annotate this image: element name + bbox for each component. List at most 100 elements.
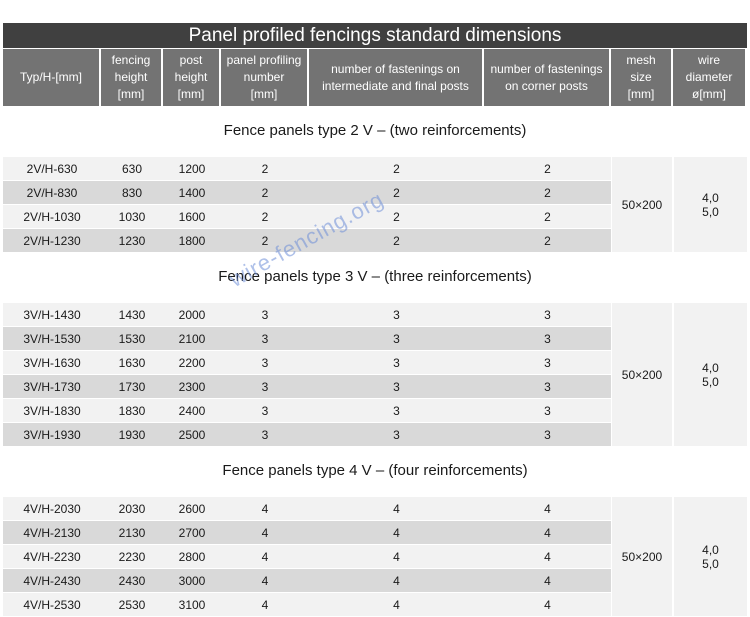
cell-profiling-number: 4: [261, 549, 269, 564]
table-title-bar: Panel profiled fencings standard dimensi…: [3, 23, 747, 48]
cell-profiling-number: 3: [261, 307, 269, 322]
cell-type: 2V/H-830: [26, 185, 78, 200]
cell-profiling-number: 4: [261, 573, 269, 588]
cell-type: 4V/H-2230: [23, 549, 81, 564]
cell-post-height: 2700: [178, 525, 206, 540]
cell-fastenings-corner: 3: [544, 379, 551, 394]
header-mesh-size: mesh size [mm]: [611, 49, 671, 106]
cell-post-height: 2000: [178, 307, 206, 322]
cell-type: 3V/H-1730: [23, 379, 81, 394]
cell-fencing-height: 1830: [118, 403, 146, 418]
header-fastenings-corner-label: number of fastenings on corner posts: [490, 61, 603, 93]
cell-profiling-number: 2: [261, 161, 269, 176]
cell-post-height: 1800: [178, 233, 206, 248]
cell-fastenings-corner: 2: [544, 161, 551, 176]
cell-fencing-height: 1230: [118, 233, 146, 248]
cell-post-height: 2800: [178, 549, 206, 564]
cell-post-height: 2400: [178, 403, 206, 418]
cell-profiling-number: 4: [261, 525, 269, 540]
section-title: Fence panels type 4 V – (four reinforcem…: [222, 462, 528, 479]
cell-fastenings-corner: 3: [544, 307, 551, 322]
cell-fencing-height: 1030: [118, 209, 146, 224]
mesh-size-cell: 50×200: [612, 303, 672, 446]
header-fencing-height: fencing height [mm]: [101, 49, 161, 106]
cell-fencing-height: 1630: [118, 355, 146, 370]
header-mesh-size-label: mesh size [mm]: [626, 53, 656, 101]
header-profiling-number: panel profiling number [mm]: [221, 49, 307, 106]
cell-type: 2V/H-1230: [23, 233, 81, 248]
cell-fastenings-intermediate: 4: [393, 501, 400, 516]
cell-fencing-height: 2030: [118, 501, 146, 516]
cell-fencing-height: 1730: [118, 379, 146, 394]
wire-diameter-cell: 4,0 5,0: [674, 497, 747, 616]
cell-fencing-height: 830: [121, 185, 143, 200]
cell-post-height: 1400: [178, 185, 206, 200]
cell-fastenings-intermediate: 4: [393, 549, 400, 564]
cell-fastenings-intermediate: 3: [393, 355, 400, 370]
cell-fastenings-intermediate: 3: [393, 307, 400, 322]
header-wire-diameter-label: wire diameter ø[mm]: [685, 53, 733, 101]
cell-fencing-height: 2530: [118, 597, 146, 612]
cell-fastenings-corner: 4: [544, 573, 551, 588]
cell-fencing-height: 2130: [118, 525, 146, 540]
cell-fencing-height: 2430: [118, 573, 146, 588]
cell-post-height: 2100: [178, 331, 206, 346]
cell-type: 3V/H-1630: [23, 355, 81, 370]
cell-post-height: 2300: [178, 379, 206, 394]
header-wire-diameter: wire diameter ø[mm]: [673, 49, 745, 106]
cell-fastenings-corner: 3: [544, 427, 551, 442]
cell-profiling-number: 3: [261, 355, 269, 370]
cell-post-height: 1600: [178, 209, 206, 224]
section-title: Fence panels type 3 V – (three reinforce…: [218, 268, 532, 285]
header-fastenings-corner: number of fastenings on corner posts: [484, 49, 609, 106]
cell-type: 3V/H-1830: [23, 403, 81, 418]
header-fastenings-intermediate-label: number of fastenings on intermediate and…: [322, 61, 469, 93]
cell-fastenings-corner: 2: [544, 209, 551, 224]
cell-fastenings-intermediate: 4: [393, 597, 400, 612]
header-post-height-label: post height [mm]: [174, 53, 208, 101]
header-post-height: post height [mm]: [163, 49, 219, 106]
cell-fencing-height: 1930: [118, 427, 146, 442]
cell-post-height: 1200: [178, 161, 206, 176]
cell-fastenings-corner: 2: [544, 233, 551, 248]
cell-type: 4V/H-2030: [23, 501, 81, 516]
cell-type: 4V/H-2530: [23, 597, 81, 612]
section-title: Fence panels type 2 V – (two reinforceme…: [223, 122, 527, 139]
wire-diameter-cell: 4,0 5,0: [674, 157, 747, 252]
cell-profiling-number: 2: [261, 209, 269, 224]
cell-profiling-number: 4: [261, 501, 269, 516]
cell-fastenings-corner: 4: [544, 501, 551, 516]
header-type: Typ/H-[mm]: [3, 49, 99, 106]
cell-type: 4V/H-2430: [23, 573, 81, 588]
cell-profiling-number: 4: [261, 597, 269, 612]
cell-profiling-number: 3: [261, 427, 269, 442]
cell-type: 2V/H-630: [26, 161, 78, 176]
cell-type: 4V/H-2130: [23, 525, 81, 540]
cell-post-height: 3000: [178, 573, 206, 588]
cell-profiling-number: 2: [261, 185, 269, 200]
cell-fastenings-intermediate: 4: [393, 573, 400, 588]
cell-profiling-number: 3: [261, 331, 269, 346]
cell-post-height: 2600: [178, 501, 206, 516]
cell-profiling-number: 3: [261, 403, 269, 418]
cell-fastenings-intermediate: 3: [393, 379, 400, 394]
cell-post-height: 2500: [178, 427, 206, 442]
header-fastenings-intermediate: number of fastenings on intermediate and…: [309, 49, 482, 106]
mesh-size-cell: 50×200: [612, 157, 672, 252]
cell-fastenings-corner: 4: [544, 549, 551, 564]
cell-fastenings-corner: 4: [544, 525, 551, 540]
cell-post-height: 3100: [178, 597, 206, 612]
cell-fastenings-intermediate: 3: [393, 427, 400, 442]
cell-fencing-height: 1530: [118, 331, 146, 346]
header-fencing-height-label: fencing height [mm]: [111, 53, 151, 101]
header-profiling-number-label: panel profiling number [mm]: [226, 53, 302, 101]
cell-profiling-number: 3: [261, 379, 269, 394]
cell-post-height: 2200: [178, 355, 206, 370]
cell-type: 3V/H-1530: [23, 331, 81, 346]
mesh-size-cell: 50×200: [612, 497, 672, 616]
cell-fencing-height: 2230: [118, 549, 146, 564]
cell-fastenings-corner: 2: [544, 185, 551, 200]
cell-fastenings-intermediate: 3: [393, 403, 400, 418]
header-type-label: Typ/H-[mm]: [20, 70, 82, 84]
cell-fastenings-corner: 3: [544, 331, 551, 346]
